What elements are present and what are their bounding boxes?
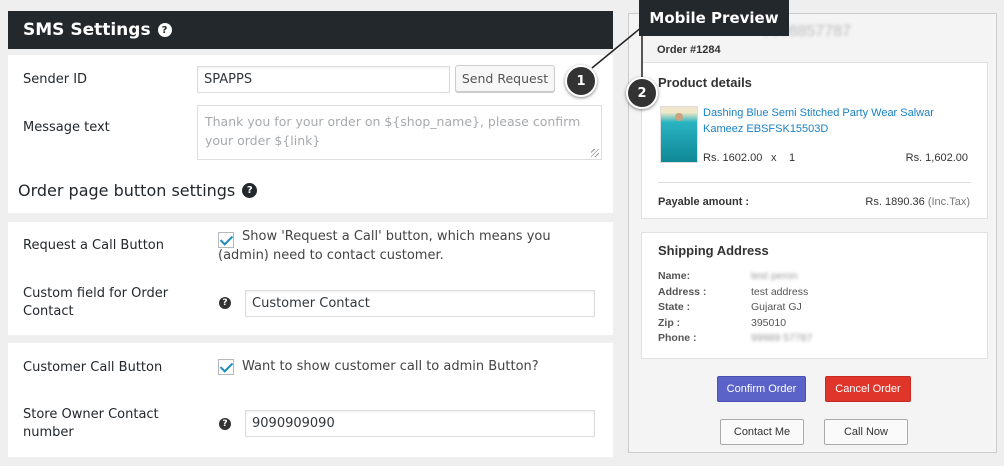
- callout-badge-1: 1: [565, 65, 597, 97]
- shipping-phone-label: Phone :: [658, 332, 697, 344]
- help-icon[interactable]: ?: [242, 183, 258, 198]
- product-times: x: [771, 152, 777, 164]
- request-call-panel: Request a Call Button Show 'Request a Ca…: [8, 222, 613, 335]
- resize-grip-icon[interactable]: [591, 149, 599, 157]
- confirm-order-button[interactable]: Confirm Order: [717, 376, 806, 402]
- order-page-title: Order page button settings: [18, 181, 236, 200]
- shipping-name-label: Name:: [658, 270, 691, 282]
- cancel-order-button[interactable]: Cancel Order: [825, 376, 911, 402]
- send-request-button[interactable]: Send Request: [455, 65, 555, 92]
- product-image: [660, 106, 698, 163]
- shipping-phone-value: 99989 57787: [751, 332, 813, 344]
- sms-settings-title: SMS Settings: [23, 20, 151, 40]
- payable-note: (Inc.Tax): [927, 196, 970, 208]
- divider: [658, 182, 971, 183]
- sms-settings-header: SMS Settings ?: [8, 11, 613, 49]
- customer-call-label: Customer Call Button: [23, 360, 163, 375]
- sender-id-value: SPAPPS: [204, 72, 253, 87]
- customer-call-checkbox-text: Want to show customer call to admin Butt…: [242, 359, 539, 374]
- message-text-label: Message text: [23, 120, 110, 135]
- shipping-address-value: test address: [751, 286, 809, 298]
- store-owner-value: 9090909090: [252, 416, 335, 431]
- custom-field-value: Customer Contact: [252, 296, 370, 311]
- shipping-zip-label: Zip :: [658, 317, 681, 329]
- product-qty: 1: [789, 152, 796, 164]
- contact-me-button[interactable]: Contact Me: [720, 419, 804, 445]
- shipping-address-title: Shipping Address: [658, 243, 769, 258]
- product-name-link[interactable]: Dashing Blue Semi Stitched Party Wear Sa…: [703, 105, 973, 137]
- payable-label: Payable amount :: [658, 196, 750, 208]
- product-details-card: Product details Dashing Blue Semi Stitch…: [641, 62, 988, 219]
- request-call-checkbox-text: Show 'Request a Call' button, which mean…: [218, 229, 551, 263]
- customer-call-checkbox[interactable]: [218, 359, 234, 375]
- mobile-preview-tab[interactable]: Mobile Preview: [639, 0, 789, 36]
- callout-badge-2: 2: [626, 77, 658, 109]
- shipping-state-value: Gujarat GJ: [751, 301, 802, 313]
- custom-field-input[interactable]: Customer Contact: [245, 290, 595, 317]
- question-icon[interactable]: ?: [219, 418, 231, 430]
- payable-value: Rs. 1890.36: [865, 196, 925, 208]
- question-icon[interactable]: ?: [219, 297, 231, 309]
- request-call-label: Request a Call Button: [23, 238, 164, 253]
- order-number: Order #1284: [657, 44, 721, 56]
- message-placeholder: Thank you for your order on ${shop_name}…: [205, 114, 581, 148]
- sender-id-input[interactable]: SPAPPS: [197, 66, 450, 93]
- customer-call-panel: Customer Call Button Want to show custom…: [8, 343, 613, 457]
- shipping-state-label: State :: [658, 301, 691, 313]
- sender-id-label: Sender ID: [23, 72, 88, 87]
- payable-amount: Rs. 1890.36 (Inc.Tax): [865, 196, 970, 208]
- product-details-title: Product details: [658, 75, 752, 90]
- help-icon[interactable]: ?: [157, 23, 172, 37]
- shipping-zip-value: 395010: [751, 317, 787, 329]
- product-price: Rs. 1602.00: [703, 152, 763, 164]
- shipping-address-label: Address :: [658, 286, 707, 298]
- sms-settings-panel: Sender ID SPAPPS Send Request Message te…: [8, 55, 613, 213]
- shipping-address-card: Shipping Address Name: test peron Addres…: [641, 232, 988, 359]
- store-owner-label: Store Owner Contact number: [23, 407, 159, 440]
- shipping-name-value: test peron: [751, 270, 798, 282]
- product-line-total: Rs. 1,602.00: [905, 152, 968, 164]
- custom-field-label: Custom field for Order Contact: [23, 286, 169, 319]
- message-textarea[interactable]: Thank you for your order on ${shop_name}…: [197, 105, 602, 160]
- order-page-section-title: Order page button settings ?: [18, 181, 258, 200]
- call-now-button[interactable]: Call Now: [824, 419, 908, 445]
- store-owner-input[interactable]: 9090909090: [245, 410, 595, 437]
